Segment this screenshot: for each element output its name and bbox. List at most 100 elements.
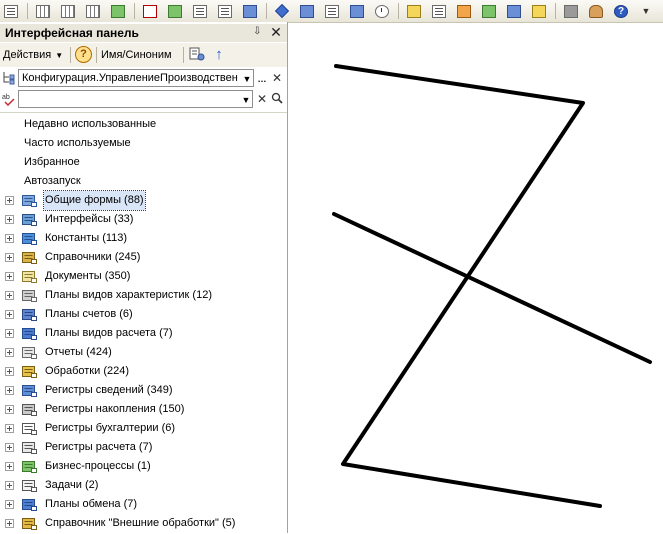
debug-icon[interactable] xyxy=(109,2,127,20)
module-icon[interactable] xyxy=(241,2,259,20)
tree-node-label[interactable]: Регистры сведений (349) xyxy=(44,381,173,400)
outline-icon[interactable] xyxy=(191,2,209,20)
tree-node-label[interactable]: Планы счетов (6) xyxy=(44,305,134,324)
tree-node-label[interactable]: Регистры бухгалтерии (6) xyxy=(44,419,176,438)
search-dropdown-icon[interactable]: ▼ xyxy=(239,93,253,107)
find-icon[interactable] xyxy=(141,2,159,20)
pin-icon[interactable]: ⇩ xyxy=(253,26,263,38)
close-icon[interactable]: ✕ xyxy=(269,24,283,40)
tree-item-recent[interactable]: Недавно использованные xyxy=(24,115,156,134)
tree-row[interactable]: Регистры накопления (150) xyxy=(0,400,287,419)
tree-row[interactable]: Планы счетов (6) xyxy=(0,305,287,324)
expand-plus-icon[interactable] xyxy=(5,291,14,300)
actions-menu-button[interactable]: Действия ▼ xyxy=(3,46,63,64)
tree-row[interactable]: Задачи (2) xyxy=(0,476,287,495)
tree-node-label[interactable]: Планы видов расчета (7) xyxy=(44,324,174,343)
tree-node-label[interactable]: Константы (113) xyxy=(44,229,128,248)
tree-row[interactable]: Справочник "Внешние обработки" (5) xyxy=(0,514,287,533)
tree-row[interactable]: Бизнес-процессы (1) xyxy=(0,457,287,476)
expand-plus-icon[interactable] xyxy=(5,310,14,319)
expand-plus-icon[interactable] xyxy=(5,462,14,471)
tree-node-label[interactable]: Интерфейсы (33) xyxy=(44,210,134,229)
help-icon[interactable]: ? xyxy=(612,2,630,20)
chevron-down-icon[interactable]: ▼ xyxy=(637,2,655,20)
diamond-icon[interactable] xyxy=(273,2,291,20)
tree-row[interactable]: Обработки (224) xyxy=(0,362,287,381)
tree-node-label[interactable]: Регистры расчета (7) xyxy=(44,438,153,457)
tree-row[interactable]: Регистры расчета (7) xyxy=(0,438,287,457)
tree-row[interactable]: Справочники (245) xyxy=(0,248,287,267)
tree-row[interactable]: Документы (350) xyxy=(0,267,287,286)
tree-node-label[interactable]: Справочник "Внешние обработки" (5) xyxy=(44,514,236,533)
expand-plus-icon[interactable] xyxy=(5,519,14,528)
tree-node-label[interactable]: Задачи (2) xyxy=(44,476,99,495)
tree-node-label[interactable]: Справочники (245) xyxy=(44,248,141,267)
expand-plus-icon[interactable] xyxy=(5,405,14,414)
clear-search-icon[interactable]: ✕ xyxy=(255,92,269,106)
tree-row[interactable]: Регистры бухгалтерии (6) xyxy=(0,419,287,438)
list-icon[interactable] xyxy=(2,2,20,20)
tree-row[interactable]: Константы (113) xyxy=(0,229,287,248)
expand-plus-icon[interactable] xyxy=(5,443,14,452)
expand-plus-icon[interactable] xyxy=(5,500,14,509)
tree-row[interactable]: Планы видов расчета (7) xyxy=(0,324,287,343)
table-edit-icon[interactable] xyxy=(59,2,77,20)
ellipsis-button[interactable]: … xyxy=(255,72,269,86)
tree-node-label[interactable]: Регистры накопления (150) xyxy=(44,400,185,419)
expand-plus-icon[interactable] xyxy=(5,386,14,395)
tree-row[interactable]: Планы обмена (7) xyxy=(0,495,287,514)
pen-icon[interactable] xyxy=(298,2,316,20)
run-icon[interactable] xyxy=(166,2,184,20)
tree-node-label[interactable]: Обработки (224) xyxy=(44,362,130,381)
tree-icon[interactable] xyxy=(348,2,366,20)
expand-plus-icon[interactable] xyxy=(5,348,14,357)
sort-arrow-icon[interactable]: ↑ xyxy=(211,45,227,64)
clear-config-icon[interactable]: ✕ xyxy=(270,71,284,85)
tape-icon[interactable] xyxy=(562,2,580,20)
tree-row[interactable]: Планы видов характеристик (12) xyxy=(0,286,287,305)
expand-plus-icon[interactable] xyxy=(5,196,14,205)
tree-node-label[interactable]: Бизнес-процессы (1) xyxy=(44,457,152,476)
expand-plus-icon[interactable] xyxy=(5,272,14,281)
align-icon[interactable] xyxy=(216,2,234,20)
tree-node-label[interactable]: Общие формы (88) xyxy=(43,190,146,211)
warning-icon[interactable] xyxy=(405,2,423,20)
tree-node-label[interactable]: Планы видов характеристик (12) xyxy=(44,286,213,305)
settings-icon[interactable] xyxy=(530,2,548,20)
properties-icon[interactable] xyxy=(189,47,205,62)
tree-item-favorites[interactable]: Избранное xyxy=(24,153,80,172)
expand-plus-icon[interactable] xyxy=(5,481,14,490)
compare-icon[interactable] xyxy=(505,2,523,20)
synonym-toggle-button[interactable]: Имя/Синоним xyxy=(101,46,172,64)
document-icon[interactable] xyxy=(323,2,341,20)
expand-plus-icon[interactable] xyxy=(5,253,14,262)
tree-row[interactable]: Общие формы (88) xyxy=(0,190,287,211)
table-icon[interactable] xyxy=(34,2,52,20)
edit-icon[interactable] xyxy=(455,2,473,20)
tree-node-label[interactable]: Планы обмена (7) xyxy=(44,495,138,514)
tree-node-label[interactable]: Документы (350) xyxy=(44,267,131,286)
search-input[interactable] xyxy=(18,90,253,108)
checklist-icon[interactable] xyxy=(430,2,448,20)
clock-icon[interactable] xyxy=(373,2,391,20)
structure-icon[interactable] xyxy=(480,2,498,20)
expand-plus-icon[interactable] xyxy=(5,234,14,243)
expand-plus-icon[interactable] xyxy=(5,329,14,338)
search-icon[interactable] xyxy=(270,92,284,106)
user-icon[interactable] xyxy=(587,2,605,20)
tree-item-autostart[interactable]: Автозапуск xyxy=(24,172,81,191)
tree-node-label[interactable]: Отчеты (424) xyxy=(44,343,113,362)
tree-row[interactable]: Интерфейсы (33) xyxy=(0,210,287,229)
table-check-icon[interactable] xyxy=(84,2,102,20)
config-row: Конфигурация.УправлениеПроизводствен ▼ …… xyxy=(0,68,287,88)
exchange-plans-icon xyxy=(21,497,38,512)
expand-plus-icon[interactable] xyxy=(5,367,14,376)
help-button[interactable]: ? xyxy=(75,46,92,63)
tree-item-frequent[interactable]: Часто используемые xyxy=(24,134,131,153)
expand-plus-icon[interactable] xyxy=(5,215,14,224)
configuration-select[interactable]: Конфигурация.УправлениеПроизводствен xyxy=(18,69,254,87)
dropdown-arrow-icon[interactable]: ▼ xyxy=(240,72,254,86)
expand-plus-icon[interactable] xyxy=(5,424,14,433)
tree-row[interactable]: Регистры сведений (349) xyxy=(0,381,287,400)
tree-row[interactable]: Отчеты (424) xyxy=(0,343,287,362)
